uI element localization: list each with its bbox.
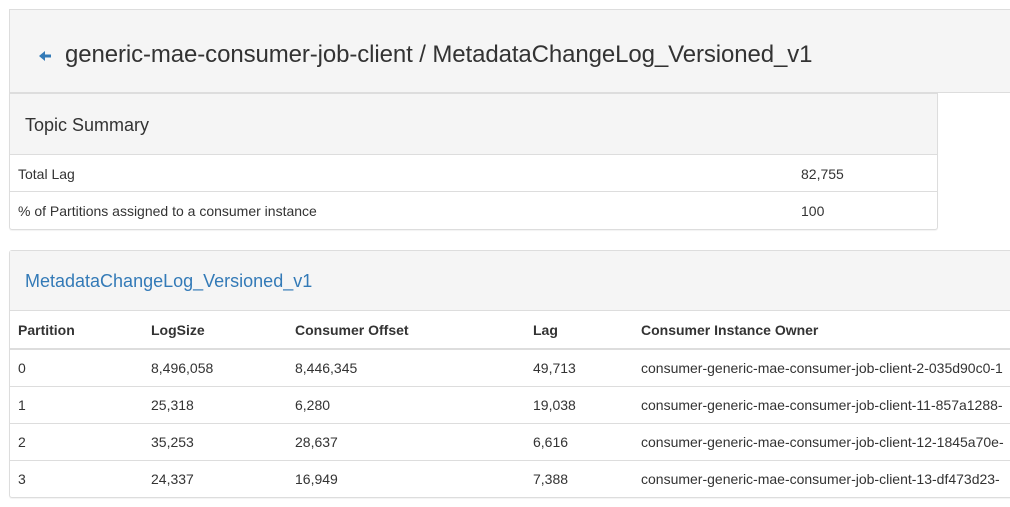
summary-value: 100: [801, 203, 825, 219]
cell-owner: consumer-generic-mae-consumer-job-client…: [633, 385, 1010, 423]
table-row: 2 35,253 28,637 6,616 consumer-generic-m…: [10, 422, 1010, 460]
cell-logsize: 35,253: [143, 422, 287, 460]
cell-owner: consumer-generic-mae-consumer-job-client…: [633, 459, 1010, 497]
cell-partition: 3: [10, 459, 143, 497]
cell-owner: consumer-generic-mae-consumer-job-client…: [641, 359, 1003, 376]
summary-label: % of Partitions assigned to a consumer i…: [18, 203, 317, 219]
cell-consumer-offset: 8,446,345: [295, 359, 358, 376]
summary-row-partitions-assigned: % of Partitions assigned to a consumer i…: [10, 192, 937, 229]
partitions-panel: MetadataChangeLog_Versioned_v1 Partition…: [9, 250, 1010, 498]
cell-lag: 6,616: [525, 422, 633, 460]
cell-owner: consumer-generic-mae-consumer-job-client…: [633, 422, 1010, 460]
summary-value: 82,755: [801, 166, 844, 182]
cell-partition: 0: [18, 359, 26, 376]
table-header-row: Partition LogSize Consumer Offset Lag Co…: [10, 311, 1010, 350]
summary-label: Total Lag: [18, 166, 75, 182]
topic-summary-heading: Topic Summary: [10, 94, 937, 155]
partitions-table: Partition LogSize Consumer Offset Lag Co…: [10, 311, 1010, 497]
cell-lag: 49,713: [533, 359, 576, 376]
topic-link[interactable]: MetadataChangeLog_Versioned_v1: [25, 270, 312, 292]
cell-lag: 7,388: [525, 459, 633, 497]
column-header-logsize: LogSize: [143, 311, 287, 350]
cell-logsize: 24,337: [143, 459, 287, 497]
page-title: generic-mae-consumer-job-client / Metada…: [65, 41, 813, 68]
partitions-heading: MetadataChangeLog_Versioned_v1: [10, 251, 1010, 311]
table-row: 0 8,496,058 8,446,345 49,713 consumer-ge…: [10, 349, 1010, 386]
cell-logsize: 25,318: [143, 385, 287, 423]
column-header-consumer-instance-owner: Consumer Instance Owner: [633, 311, 1010, 350]
column-header-consumer-offset: Consumer Offset: [287, 311, 525, 350]
summary-row-total-lag: Total Lag 82,755: [10, 155, 937, 192]
page-header: generic-mae-consumer-job-client / Metada…: [9, 9, 1010, 93]
cell-consumer-offset: 28,637: [287, 422, 525, 460]
cell-partition: 2: [10, 422, 143, 460]
cell-logsize: 8,496,058: [151, 359, 214, 376]
table-row: 1 25,318 6,280 19,038 consumer-generic-m…: [10, 385, 1010, 423]
page: generic-mae-consumer-job-client / Metada…: [0, 0, 1010, 507]
cell-consumer-offset: 16,949: [287, 459, 525, 497]
column-header-lag: Lag: [525, 311, 633, 350]
column-header-partition: Partition: [10, 311, 143, 350]
cell-partition: 1: [10, 385, 143, 423]
cell-lag: 19,038: [525, 385, 633, 423]
topic-summary-title: Topic Summary: [25, 115, 150, 135]
cell-consumer-offset: 6,280: [287, 385, 525, 423]
arrow-left-icon[interactable]: [37, 48, 53, 64]
topic-summary-panel: Topic Summary Total Lag 82,755 % of Part…: [9, 93, 938, 230]
table-row: 3 24,337 16,949 7,388 consumer-generic-m…: [10, 459, 1010, 497]
